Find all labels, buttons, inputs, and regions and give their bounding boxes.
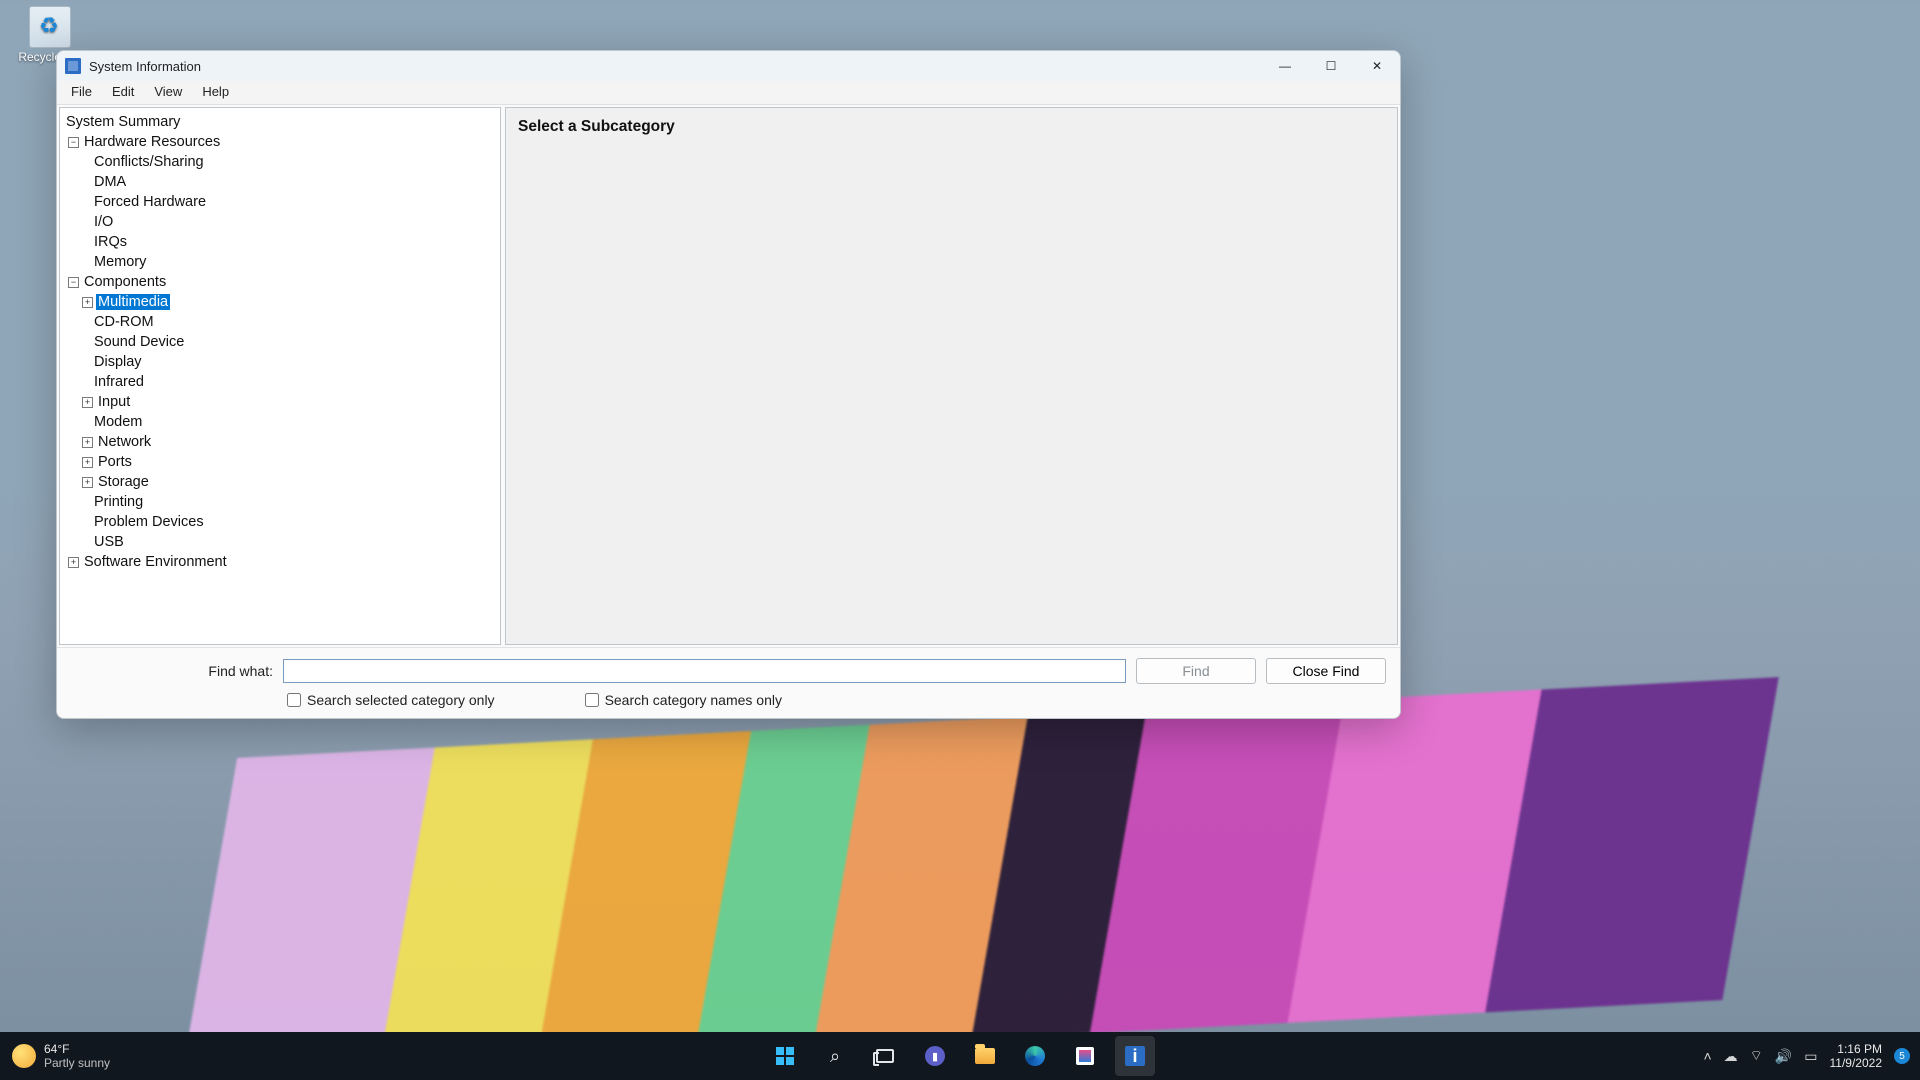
tree-item-input[interactable]: + Input — [60, 392, 500, 412]
menu-edit[interactable]: Edit — [102, 81, 144, 104]
close-button[interactable]: ✕ — [1354, 51, 1400, 81]
tree-item-sound-device[interactable]: Sound Device — [60, 332, 500, 352]
taskbar-edge-icon[interactable] — [1015, 1036, 1055, 1076]
taskbar-center: ⌕ ▮ — [765, 1036, 1155, 1076]
taskbar-chat-icon[interactable]: ▮ — [915, 1036, 955, 1076]
expand-icon[interactable]: + — [68, 557, 79, 568]
close-find-button[interactable]: Close Find — [1266, 658, 1386, 684]
recycle-bin-icon — [29, 6, 71, 48]
tree-item-infrared[interactable]: Infrared — [60, 372, 500, 392]
taskbar-explorer-icon[interactable] — [965, 1036, 1005, 1076]
notification-badge[interactable]: 5 — [1894, 1048, 1910, 1064]
tray-overflow-icon[interactable]: ˄ — [1703, 1048, 1711, 1064]
task-view-icon[interactable] — [865, 1036, 905, 1076]
tray-wifi-icon[interactable]: ⌔ — [1750, 1047, 1763, 1065]
menubar: File Edit View Help — [57, 81, 1400, 105]
taskbar: 64°F Partly sunny ⌕ ▮ ˄ ☁ ⌔ 🔊 ▭ 1:16 PM … — [0, 1032, 1920, 1080]
expand-icon[interactable]: + — [82, 477, 93, 488]
wallpaper — [0, 670, 1920, 1080]
tray-onedrive-icon[interactable]: ☁ — [1724, 1048, 1738, 1065]
titlebar[interactable]: System Information — ☐ ✕ — [57, 51, 1400, 81]
weather-desc: Partly sunny — [44, 1056, 110, 1070]
weather-temp: 64°F — [44, 1042, 110, 1056]
tray-volume-icon[interactable]: 🔊 — [1775, 1048, 1792, 1065]
weather-icon — [12, 1044, 36, 1068]
minimize-button[interactable]: — — [1262, 51, 1308, 81]
tree-item-components[interactable]: − Components — [60, 272, 500, 292]
tray-battery-icon[interactable]: ▭ — [1804, 1048, 1817, 1065]
window-title: System Information — [89, 59, 201, 74]
tree-item-usb[interactable]: USB — [60, 532, 500, 552]
tree-item-problem-devices[interactable]: Problem Devices — [60, 512, 500, 532]
menu-help[interactable]: Help — [192, 81, 239, 104]
tree-item-modem[interactable]: Modem — [60, 412, 500, 432]
taskbar-system-information-icon[interactable] — [1115, 1036, 1155, 1076]
expand-icon[interactable]: + — [82, 457, 93, 468]
taskbar-weather[interactable]: 64°F Partly sunny — [0, 1042, 122, 1070]
category-tree[interactable]: System Summary − Hardware Resources Conf… — [59, 107, 501, 645]
tree-item-display[interactable]: Display — [60, 352, 500, 372]
menu-view[interactable]: View — [144, 81, 192, 104]
find-bar: Find what: Find Close Find Search select… — [57, 647, 1400, 718]
clock-date: 11/9/2022 — [1830, 1056, 1883, 1070]
find-button[interactable]: Find — [1136, 658, 1256, 684]
app-icon — [65, 58, 81, 74]
tree-item-printing[interactable]: Printing — [60, 492, 500, 512]
content-heading: Select a Subcategory — [518, 118, 1385, 136]
system-information-window: System Information — ☐ ✕ File Edit View … — [56, 50, 1401, 719]
tree-item-software-environment[interactable]: + Software Environment — [60, 552, 500, 572]
chk-search-names[interactable]: Search category names only — [585, 692, 782, 708]
tree-item-forced-hardware[interactable]: Forced Hardware — [60, 192, 500, 212]
chk-search-selected[interactable]: Search selected category only — [287, 692, 495, 708]
menu-file[interactable]: File — [61, 81, 102, 104]
tree-item-io[interactable]: I/O — [60, 212, 500, 232]
collapse-icon[interactable]: − — [68, 277, 79, 288]
tree-item-memory[interactable]: Memory — [60, 252, 500, 272]
tree-item-hardware-resources[interactable]: − Hardware Resources — [60, 132, 500, 152]
maximize-button[interactable]: ☐ — [1308, 51, 1354, 81]
system-tray: ˄ ☁ ⌔ 🔊 ▭ 1:16 PM 11/9/2022 5 — [1703, 1042, 1920, 1070]
tree-item-irqs[interactable]: IRQs — [60, 232, 500, 252]
tree-item-storage[interactable]: + Storage — [60, 472, 500, 492]
clock-time: 1:16 PM — [1830, 1042, 1883, 1056]
chk-search-names-box[interactable] — [585, 693, 599, 707]
taskbar-clock[interactable]: 1:16 PM 11/9/2022 — [1830, 1042, 1883, 1070]
taskbar-store-icon[interactable] — [1065, 1036, 1105, 1076]
tree-item-dma[interactable]: DMA — [60, 172, 500, 192]
tree-item-multimedia[interactable]: + Multimedia — [60, 292, 500, 312]
content-pane: Select a Subcategory — [505, 107, 1398, 645]
expand-icon[interactable]: + — [82, 437, 93, 448]
find-what-input[interactable] — [283, 659, 1126, 683]
chk-search-selected-box[interactable] — [287, 693, 301, 707]
tree-item-network[interactable]: + Network — [60, 432, 500, 452]
find-what-label: Find what: — [57, 663, 273, 679]
taskbar-search-icon[interactable]: ⌕ — [815, 1036, 855, 1076]
tree-item-conflicts[interactable]: Conflicts/Sharing — [60, 152, 500, 172]
collapse-icon[interactable]: − — [68, 137, 79, 148]
start-button[interactable] — [765, 1036, 805, 1076]
expand-icon[interactable]: + — [82, 297, 93, 308]
tree-item-cdrom[interactable]: CD-ROM — [60, 312, 500, 332]
tree-item-system-summary[interactable]: System Summary — [60, 112, 500, 132]
expand-icon[interactable]: + — [82, 397, 93, 408]
tree-item-ports[interactable]: + Ports — [60, 452, 500, 472]
